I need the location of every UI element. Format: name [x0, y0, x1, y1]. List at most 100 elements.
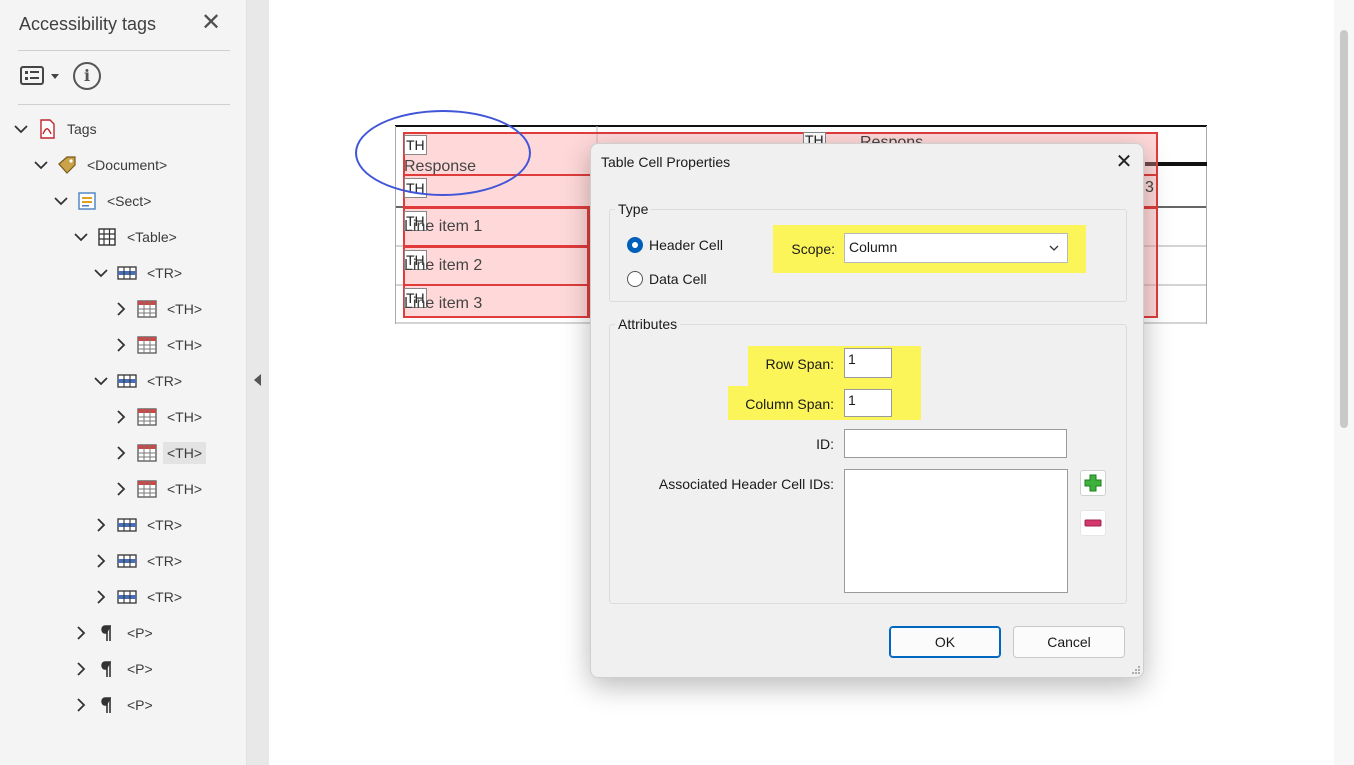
table-header-icon [136, 479, 158, 499]
chevron-right-icon[interactable] [112, 300, 130, 318]
cancel-button[interactable]: Cancel [1013, 626, 1125, 658]
chevron-right-icon[interactable] [112, 444, 130, 462]
accessibility-tags-panel: Accessibility tags ✕ i Tags <Document> <Se… [0, 0, 247, 765]
plus-icon [1084, 474, 1102, 492]
cell-line-item-1: Line item 1 [404, 218, 483, 235]
resize-grip-icon[interactable] [1131, 665, 1141, 675]
table-header-icon [136, 407, 158, 427]
scope-value: Column [849, 239, 898, 255]
tree-node[interactable]: <P> [72, 690, 157, 720]
chevron-down-icon[interactable] [12, 120, 30, 138]
paragraph-icon [96, 695, 118, 715]
tree-node[interactable]: <TR> [92, 546, 186, 576]
chevron-down-icon[interactable] [52, 192, 70, 210]
tree-node[interactable]: <TH> [112, 474, 206, 504]
cell-column-3: 3 [1145, 179, 1154, 196]
scope-label: Scope: [791, 241, 835, 257]
data-cell-label: Data Cell [649, 271, 707, 287]
close-icon[interactable]: ✕ [200, 10, 222, 36]
tree-node[interactable]: <TR> [92, 510, 186, 540]
ok-button[interactable]: OK [889, 626, 1001, 658]
type-group-title: Type [615, 201, 652, 217]
divider [18, 104, 230, 105]
tree-node[interactable]: <TH> [112, 402, 206, 432]
close-icon[interactable]: ✕ [1112, 150, 1136, 174]
tree-node-label: <Document> [87, 157, 168, 173]
scrollbar-thumb[interactable] [1340, 30, 1348, 428]
tree-node-label: <TR> [147, 265, 183, 281]
scope-dropdown[interactable]: Column [844, 233, 1068, 263]
chevron-right-icon[interactable] [112, 408, 130, 426]
info-icon[interactable]: i [73, 62, 101, 90]
paragraph-icon [96, 623, 118, 643]
paragraph-icon [96, 659, 118, 679]
table-row-icon [116, 515, 138, 535]
tree-node-label: <TH> [167, 337, 203, 353]
chevron-right-icon[interactable] [72, 660, 90, 678]
tree-node[interactable]: <P> [72, 654, 157, 684]
table-row-icon [116, 551, 138, 571]
id-input[interactable] [844, 429, 1067, 458]
cell-line-item-2: Line item 2 [404, 257, 483, 274]
minus-icon [1084, 519, 1102, 527]
panel-title: Accessibility tags [19, 14, 157, 34]
chevron-down-icon[interactable] [92, 264, 110, 282]
tag-icon [56, 155, 78, 175]
header-cell-radio[interactable]: Header Cell [627, 237, 723, 253]
associated-header-ids-label: Associated Header Cell IDs: [658, 476, 834, 492]
chevron-right-icon[interactable] [112, 480, 130, 498]
tree-node-label: <TH> [167, 481, 203, 497]
tree-node[interactable]: <TH> [112, 330, 206, 360]
tree-node[interactable]: <Sect> [52, 186, 155, 216]
section-icon [76, 191, 98, 211]
row-span-input[interactable]: 1 [844, 348, 892, 378]
chevron-down-icon[interactable] [72, 228, 90, 246]
collapse-arrow-icon[interactable] [254, 374, 261, 386]
chevron-down-icon[interactable] [32, 156, 50, 174]
table-header-icon [136, 299, 158, 319]
tree-node[interactable]: <TR> [92, 582, 186, 612]
chevron-down-icon [1049, 245, 1059, 251]
table-row-icon [116, 263, 138, 283]
tree-node-label: <TR> [147, 517, 183, 533]
table-header-icon [136, 443, 158, 463]
column-span-input[interactable]: 1 [844, 389, 892, 417]
cell-line-item-3: Line item 3 [404, 295, 483, 312]
remove-header-id-button[interactable] [1080, 510, 1106, 536]
chevron-right-icon[interactable] [112, 336, 130, 354]
tree-node-label: <P> [127, 625, 153, 641]
table-icon [96, 227, 118, 247]
tree-node[interactable]: <P> [72, 618, 157, 648]
chevron-right-icon[interactable] [92, 516, 110, 534]
divider [18, 50, 230, 51]
chevron-right-icon[interactable] [72, 696, 90, 714]
chevron-right-icon[interactable] [92, 588, 110, 606]
radio-selected-icon[interactable] [627, 237, 643, 253]
tree-node[interactable]: <TR> [92, 366, 186, 396]
associated-header-ids-list[interactable] [844, 469, 1068, 593]
tree-node-label: <TH> [167, 301, 203, 317]
tree-node-label: Tags [67, 121, 97, 137]
tree-node[interactable]: <Table> [72, 222, 181, 252]
dialog-title: Table Cell Properties [601, 154, 731, 170]
chevron-right-icon[interactable] [92, 552, 110, 570]
column-span-label: Column Span: [745, 396, 834, 412]
table-row-icon [116, 587, 138, 607]
chevron-down-icon[interactable] [92, 372, 110, 390]
radio-unselected-icon[interactable] [627, 271, 643, 287]
add-header-id-button[interactable] [1080, 470, 1106, 496]
table-header-icon [136, 335, 158, 355]
tree-node-label: <Sect> [107, 193, 152, 209]
tree-node[interactable]: <Document> [32, 150, 171, 180]
tree-node-label: <P> [127, 661, 153, 677]
tree-node[interactable]: <TR> [92, 258, 186, 288]
tree-node-label: <TH> [163, 442, 207, 464]
chevron-right-icon[interactable] [72, 624, 90, 642]
data-cell-radio[interactable]: Data Cell [627, 271, 707, 287]
tree-node[interactable]: Tags [12, 114, 101, 144]
tree-node[interactable]: <TH> [112, 438, 207, 468]
options-menu-button[interactable] [19, 64, 63, 88]
table-row-icon [116, 371, 138, 391]
tree-node[interactable]: <TH> [112, 294, 206, 324]
annotation-ellipse [355, 110, 531, 196]
